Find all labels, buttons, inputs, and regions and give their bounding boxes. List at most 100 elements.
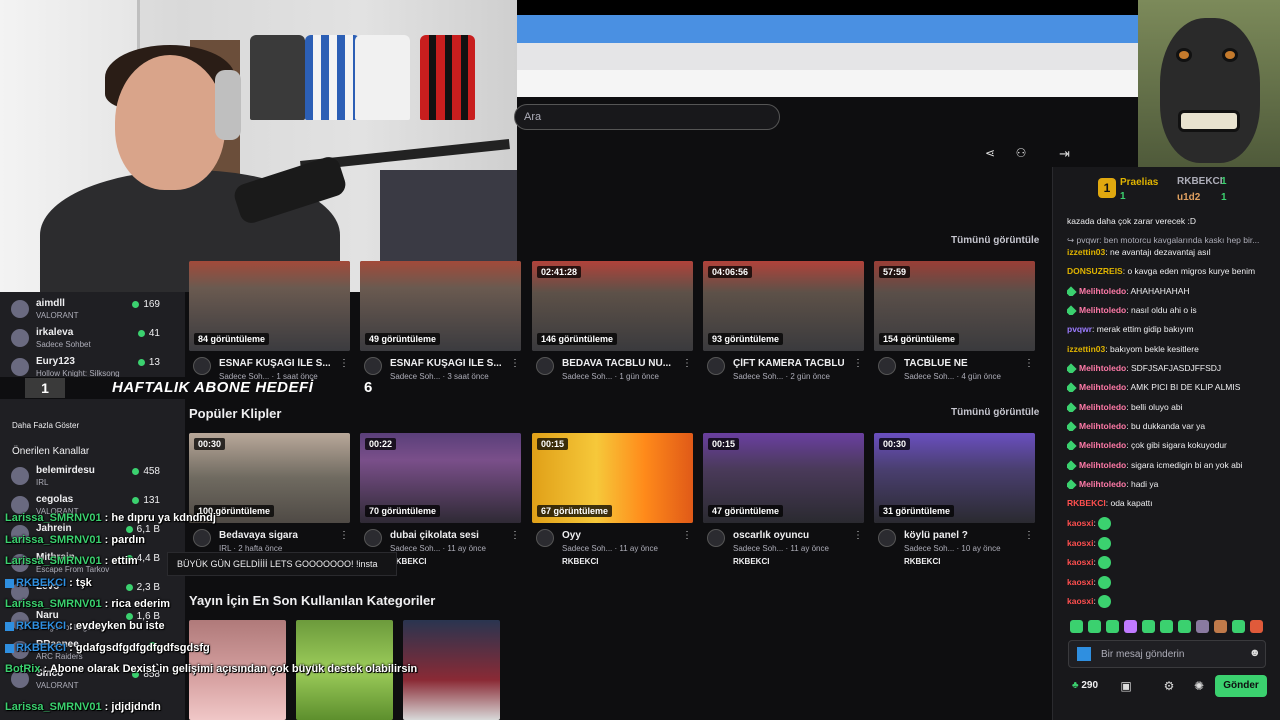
follow-user-icon[interactable]: ⚇	[1014, 146, 1028, 160]
chat-username[interactable]: izzettin03	[1067, 344, 1105, 354]
send-button[interactable]: Gönder	[1215, 675, 1267, 697]
emote-icon[interactable]	[1178, 620, 1191, 633]
more-options-icon[interactable]: ⋮	[1024, 358, 1034, 369]
search-input[interactable]: Ara	[514, 104, 780, 130]
videos-see-all-link[interactable]: Tümünü görüntüle	[951, 235, 1039, 246]
view-count-badge: 31 görüntüleme	[879, 505, 955, 517]
video-card[interactable]: 02:41:28 146 görüntüleme BEDAVA TACBLU N…	[532, 261, 693, 396]
more-options-icon[interactable]: ⋮	[339, 358, 349, 369]
card-title[interactable]: ESNAF KUŞAĞI İLE S...	[219, 358, 337, 369]
card-meta: Sadece Soh... · 4 gün önce	[904, 372, 1001, 381]
recommended-channel[interactable]: belemirdesu IRL 458	[8, 463, 178, 493]
emote-icon[interactable]	[1106, 620, 1119, 633]
settings-gear-icon[interactable]: ⚙	[1162, 679, 1176, 693]
chat-input[interactable]: Bir mesaj gönderin ☻	[1068, 640, 1266, 668]
sidebar-channel[interactable]: aimdll VALORANT 169	[8, 296, 178, 326]
more-options-icon[interactable]: ⋮	[510, 358, 520, 369]
gift-icon[interactable]: ▣	[1119, 679, 1133, 693]
card-title[interactable]: köylü panel ?	[904, 530, 1022, 541]
sidebar-channel[interactable]: irkaleva Sadece Sohbet 41	[8, 325, 178, 355]
thumbnail[interactable]: 49 görüntüleme	[360, 261, 521, 351]
thumbnail[interactable]: 00:30 100 görüntüleme	[189, 433, 350, 523]
thumbnail[interactable]: 00:15 67 görüntüleme	[532, 433, 693, 523]
thumbnail[interactable]: 00:30 31 görüntüleme	[874, 433, 1035, 523]
emote-icon[interactable]	[1160, 620, 1173, 633]
clip-author: RKBEKCI	[562, 557, 599, 566]
clip-card[interactable]: 00:30 31 görüntüleme köylü panel ? Sadec…	[874, 433, 1035, 568]
overlay-username: Larissa_SMRNV01	[5, 701, 102, 713]
chat-username[interactable]: Melihtoledo	[1079, 305, 1126, 315]
chat-username[interactable]: kaosxi	[1067, 557, 1093, 567]
viewer-count: 458	[132, 466, 160, 477]
chat-username[interactable]: pvqwr	[1067, 324, 1092, 334]
more-options-icon[interactable]: ⋮	[853, 530, 863, 541]
hype-icon[interactable]: ✺	[1192, 679, 1206, 693]
chat-username[interactable]: kaosxi	[1067, 596, 1093, 606]
card-meta: Sadece Soh... · 11 ay önce	[733, 544, 829, 553]
chat-username[interactable]: Melihtoledo	[1079, 440, 1126, 450]
emote-icon[interactable]	[1214, 620, 1227, 633]
chat-username[interactable]: Melihtoledo	[1079, 363, 1126, 373]
chat-username[interactable]: Melihtoledo	[1079, 460, 1126, 470]
emote-icon[interactable]	[1070, 620, 1083, 633]
card-title[interactable]: ÇİFT KAMERA TACBLU	[733, 358, 851, 369]
chat-username[interactable]: kaosxi	[1067, 577, 1093, 587]
chat-username[interactable]: izzettin03	[1067, 247, 1105, 257]
card-title[interactable]: dubai çikolata sesi	[390, 530, 508, 541]
more-options-icon[interactable]: ⋮	[1024, 530, 1034, 541]
clip-card[interactable]: 00:15 67 görüntüleme Oyy Sadece Soh... ·…	[532, 433, 693, 568]
chat-username[interactable]: Melihtoledo	[1079, 402, 1126, 412]
chat-username[interactable]: kaosxi	[1067, 538, 1093, 548]
card-title[interactable]: Bedavaya sigara	[219, 530, 337, 541]
overlay-text: pardın	[111, 534, 146, 546]
emote-icon[interactable]	[1142, 620, 1155, 633]
overlay-chat-message: RKBEKCI : tşk	[5, 577, 92, 589]
card-title[interactable]: Oyy	[562, 530, 680, 541]
video-card[interactable]: 04:06:56 93 görüntüleme ÇİFT KAMERA TACB…	[703, 261, 864, 396]
share-icon[interactable]: ⋖	[983, 146, 997, 160]
chat-username[interactable]: Melihtoledo	[1079, 286, 1126, 296]
chat-username[interactable]: Melihtoledo	[1079, 382, 1126, 392]
thumbnail[interactable]: 04:06:56 93 görüntüleme	[703, 261, 864, 351]
card-title[interactable]: TACBLUE NE	[904, 358, 1022, 369]
collapse-chat-icon[interactable]: ⇥	[1059, 146, 1070, 162]
video-card[interactable]: 84 görüntüleme ESNAF KUŞAĞI İLE S... Sad…	[189, 261, 350, 396]
card-title[interactable]: BEDAVA TACBLU NU...	[562, 358, 680, 369]
thumbnail[interactable]: 02:41:28 146 görüntüleme	[532, 261, 693, 351]
chat-username[interactable]: DONSUZREIS	[1067, 266, 1123, 276]
emote-icon[interactable]	[1250, 620, 1263, 633]
thumbnail[interactable]: 00:15 47 görüntüleme	[703, 433, 864, 523]
chat-username[interactable]: Melihtoledo	[1079, 421, 1126, 431]
chat-username[interactable]: Melihtoledo	[1079, 479, 1126, 489]
clip-card[interactable]: 00:15 47 görüntüleme oscarlık oyuncu Sad…	[703, 433, 864, 568]
video-card[interactable]: 49 görüntüleme ESNAF KUŞAĞI İLE S... Sad…	[360, 261, 521, 396]
chat-username[interactable]: kaosxi	[1067, 518, 1093, 528]
clip-card[interactable]: 00:30 100 görüntüleme Bedavaya sigara IR…	[189, 433, 350, 568]
emote-icon[interactable]	[1088, 620, 1101, 633]
thumbnail[interactable]: 00:22 70 görüntüleme	[360, 433, 521, 523]
card-title[interactable]: oscarlık oyuncu	[733, 530, 851, 541]
channel-points[interactable]: ♣ 290	[1072, 680, 1098, 691]
more-options-icon[interactable]: ⋮	[339, 530, 349, 541]
thumbnail[interactable]: 84 görüntüleme	[189, 261, 350, 351]
more-options-icon[interactable]: ⋮	[682, 358, 692, 369]
more-options-icon[interactable]: ⋮	[510, 530, 520, 541]
more-options-icon[interactable]: ⋮	[682, 530, 692, 541]
video-card[interactable]: 57:59 154 görüntüleme TACBLUE NE Sadece …	[874, 261, 1035, 396]
channel-name: aimdll	[36, 298, 65, 309]
view-count-badge: 67 görüntüleme	[537, 505, 613, 517]
emote-icon[interactable]	[1124, 620, 1137, 633]
card-age: 1 saat önce	[276, 372, 318, 381]
emote-icon[interactable]	[1196, 620, 1209, 633]
overlay-chat-message: Larissa_SMRNV01 : he dıpru ya kdndndj	[5, 512, 216, 524]
thumbnail[interactable]: 57:59 154 görüntüleme	[874, 261, 1035, 351]
card-title[interactable]: ESNAF KUŞAĞI İLE S...	[390, 358, 508, 369]
category-card[interactable]	[403, 620, 500, 720]
chat-username[interactable]: RKBEKCI	[1067, 498, 1106, 508]
emoji-icon[interactable]: ☻	[1249, 647, 1261, 659]
show-more-link[interactable]: Daha Fazla Göster	[12, 421, 79, 430]
clips-see-all-link[interactable]: Tümünü görüntüle	[951, 407, 1039, 418]
clip-card[interactable]: 00:22 70 görüntüleme dubai çikolata sesi…	[360, 433, 521, 568]
more-options-icon[interactable]: ⋮	[853, 358, 863, 369]
emote-icon[interactable]	[1232, 620, 1245, 633]
